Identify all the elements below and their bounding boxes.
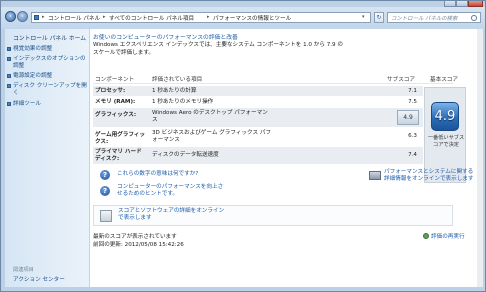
chevron-down-icon[interactable]: ▾ (362, 14, 365, 20)
refresh-icon[interactable]: ↻ (374, 12, 384, 23)
component-name: プロセッサ: (95, 88, 126, 94)
navigation-bar: ‹ › ▸ コントロール パネル ▸ すべてのコントロール パネル項目 ▸ パフ… (1, 7, 485, 29)
address-bar[interactable]: ▸ コントロール パネル ▸ すべてのコントロール パネル項目 ▸ パフォーマン… (31, 12, 371, 23)
component-desc: 1 秒あたりのメモリ操作 (152, 99, 214, 105)
component-name: プライマリ ハード ディスク: (95, 149, 142, 162)
table-row: プロセッサ: 1 秒あたりの計算 7.1 (93, 86, 423, 96)
main-content: お使いのコンピューターのパフォーマンスの評価と改善 Windows エクスペリエ… (90, 29, 477, 287)
search-icon[interactable] (471, 15, 477, 21)
forward-button[interactable]: › (17, 11, 28, 22)
sidebar: コントロール パネル ホーム 視覚効果の調整 インデックスのオプションの調整 電… (5, 29, 90, 287)
last-update-text: 前回の更新: 2012/05/08 15:42:26 (93, 242, 184, 248)
divider (93, 83, 453, 84)
scrollbar[interactable] (477, 29, 483, 287)
chevron-right-icon[interactable]: ▸ (207, 14, 210, 20)
table-row: メモリ (RAM): 1 秒あたりのメモリ操作 7.5 (93, 97, 423, 107)
component-desc: 1 秒あたりの計算 (152, 88, 197, 94)
page-title: お使いのコンピューターのパフォーマンスの評価と改善 (93, 35, 238, 41)
help-icon: ? (100, 170, 110, 180)
search-placeholder: コントロール パネルの検索 (391, 16, 458, 22)
search-input[interactable]: コントロール パネルの検索 (387, 12, 481, 23)
intro-text: Windows エクスペリエンス インデックスでは、主要なシステム コンポーネン… (93, 42, 343, 56)
breadcrumb-item[interactable]: コントロール パネル (48, 14, 100, 22)
base-score-badge: 4.9 (431, 102, 459, 131)
sidebar-item-indexing-options[interactable]: インデックスのオプションの調整 (7, 56, 87, 69)
subscore: 7.1 (408, 88, 417, 94)
sidebar-item-visual-effects[interactable]: 視覚効果の調整 (7, 46, 87, 53)
lowest-subscore-badge: 4.9 (397, 110, 419, 125)
breadcrumb-item[interactable]: パフォーマンスの情報とツール (213, 14, 291, 22)
component-desc: Windows Aero のデスクトップ パフォーマンス (152, 110, 268, 123)
column-header-component: コンポーネント (95, 77, 135, 83)
sidebar-item-advanced-tools[interactable]: 詳細ツール (7, 101, 87, 108)
base-score-label: 一番低いサブスコアで決定 (427, 135, 465, 148)
component-name: メモリ (RAM): (95, 99, 136, 105)
subscore: 6.3 (408, 133, 417, 139)
column-header-subscore: サブスコア (387, 77, 415, 83)
what-do-numbers-mean-link[interactable]: これらの数字の意味は何ですか? (117, 171, 227, 178)
component-desc: ディスクのデータ転送速度 (152, 152, 219, 158)
sidebar-home-link[interactable]: コントロール パネル ホーム (13, 33, 86, 42)
control-panel-icon (34, 15, 39, 20)
sidebar-item-action-center[interactable]: アクション センター (13, 275, 65, 283)
status-text: 最新のスコアが表示されています (93, 234, 177, 240)
sidebar-item-disk-cleanup[interactable]: ディスク クリーンアップを開く (7, 83, 87, 96)
subscore: 7.5 (408, 99, 417, 105)
chevron-right-icon[interactable]: ▸ (103, 14, 106, 20)
online-scores-link[interactable]: スコアとソフトウェアの詳細をオンラインで表示します (118, 208, 228, 222)
update-box: スコアとソフトウェアの詳細をオンラインで表示します (93, 205, 453, 226)
table-row: ゲーム用グラフィックス: 3D ビジネスおよびゲーム グラフィックス パフォーマ… (93, 128, 423, 146)
window: ‹ › ▸ コントロール パネル ▸ すべてのコントロール パネル項目 ▸ パフ… (0, 0, 486, 292)
chevron-right-icon[interactable]: ▸ (42, 14, 45, 20)
shield-icon (423, 233, 429, 239)
column-header-base: 基本スコア (430, 77, 458, 83)
see-also-heading: 関連項目 (13, 267, 34, 273)
component-desc: 3D ビジネスおよびゲーム グラフィックス パフォーマンス (152, 130, 272, 143)
table-row: グラフィックス: Windows Aero のデスクトップ パフォーマンス 4.… (93, 108, 423, 127)
online-details-link[interactable]: パフォーマンスとシステムに関する詳細情報をオンラインで表示します (384, 169, 474, 183)
back-button[interactable]: ‹ (5, 11, 16, 22)
performance-tips-link[interactable]: コンピューターのパフォーマンスを向上させるためのヒントです。 (117, 184, 227, 198)
subscore: 7.4 (408, 152, 417, 158)
rerun-assessment-link[interactable]: 評価の再実行 (431, 232, 465, 240)
table-row: プライマリ ハード ディスク: ディスクのデータ転送速度 7.4 (93, 147, 423, 164)
computer-icon (369, 171, 381, 180)
breadcrumb-item[interactable]: すべてのコントロール パネル項目 (109, 14, 194, 22)
help-icon: ? (100, 186, 110, 196)
document-icon (100, 210, 112, 222)
component-name: ゲーム用グラフィックス: (95, 132, 146, 145)
sidebar-item-power-settings[interactable]: 電源設定の調整 (7, 73, 87, 80)
column-header-rated: 評価されている項目 (152, 77, 203, 83)
component-name: グラフィックス: (95, 112, 137, 118)
